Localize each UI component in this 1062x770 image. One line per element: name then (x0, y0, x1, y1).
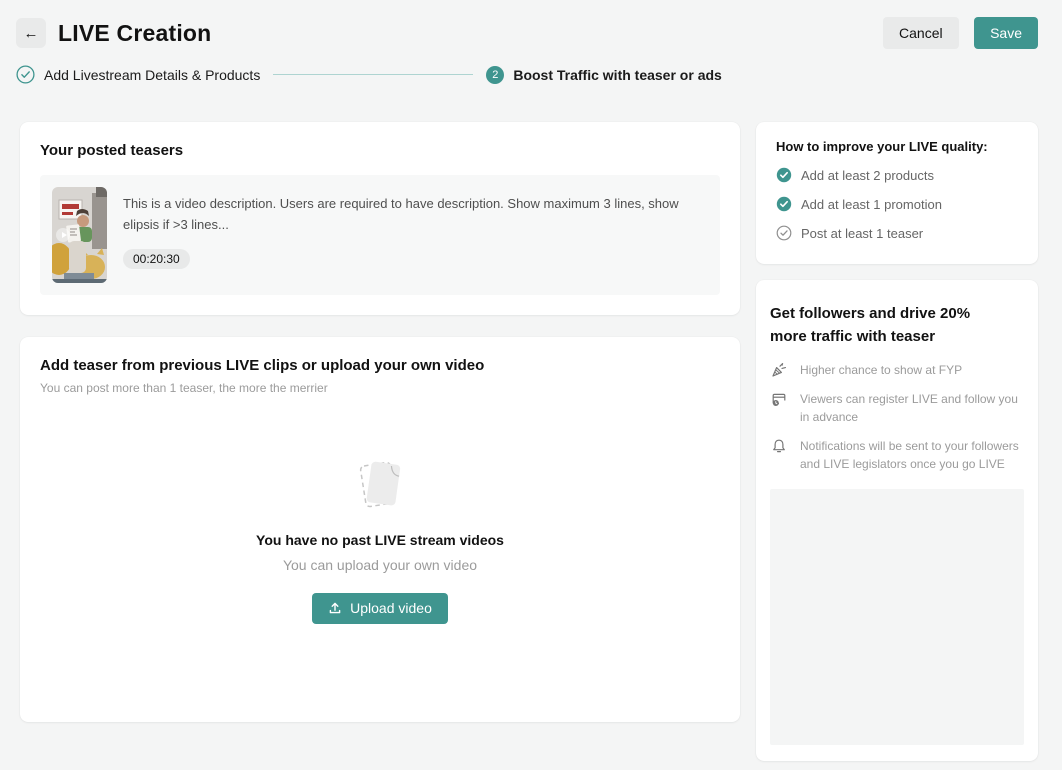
empty-file-icon (352, 457, 408, 518)
main-content: Your posted teasers (0, 122, 1062, 761)
teaser-thumbnail[interactable] (52, 187, 107, 283)
upload-icon (328, 601, 342, 615)
benefit-text: Notifications will be sent to your follo… (800, 437, 1024, 473)
teaser-promo-card: Get followers and drive 20% more traffic… (756, 280, 1038, 761)
arrow-left-icon: ← (24, 25, 39, 42)
quality-tips-card: How to improve your LIVE quality: Add at… (756, 122, 1038, 264)
tip-label: Post at least 1 teaser (801, 226, 923, 241)
calendar-clock-icon (771, 391, 787, 407)
page-header: ← LIVE Creation Cancel Save (0, 0, 1062, 49)
benefit-notifications: Notifications will be sent to your follo… (770, 437, 1024, 473)
teaser-list-item: This is a video description. Users are r… (40, 175, 720, 295)
back-button[interactable]: ← (16, 18, 46, 48)
check-circle-outline-icon (16, 65, 35, 84)
step-add-livestream-details[interactable]: Add Livestream Details & Products (16, 65, 260, 84)
tip-add-products: Add at least 2 products (776, 167, 1018, 183)
party-horn-icon (771, 362, 787, 378)
benefit-text: Higher chance to show at FYP (800, 361, 962, 379)
creation-stepper: Add Livestream Details & Products 2 Boos… (0, 49, 1062, 122)
page-title: LIVE Creation (58, 20, 211, 47)
teaser-promo-title: Get followers and drive 20% more traffic… (770, 302, 1024, 349)
step-label: Add Livestream Details & Products (44, 67, 260, 83)
cancel-button[interactable]: Cancel (883, 17, 959, 49)
add-teaser-subtitle: You can post more than 1 teaser, the mor… (40, 381, 720, 395)
promo-media-placeholder (770, 489, 1024, 745)
benefit-fyp: Higher chance to show at FYP (770, 361, 1024, 379)
tip-post-teaser: Post at least 1 teaser (776, 225, 1018, 241)
left-column: Your posted teasers (20, 122, 740, 722)
empty-state: You have no past LIVE stream videos You … (40, 395, 720, 702)
tip-label: Add at least 1 promotion (801, 197, 942, 212)
upload-video-label: Upload video (350, 600, 432, 616)
quality-tips-title: How to improve your LIVE quality: (776, 139, 1018, 154)
step-number-badge: 2 (486, 66, 504, 84)
step-label: Boost Traffic with teaser or ads (513, 67, 722, 83)
add-teaser-card: Add teaser from previous LIVE clips or u… (20, 337, 740, 722)
save-button[interactable]: Save (974, 17, 1038, 49)
bell-icon (771, 438, 787, 454)
check-filled-icon (776, 196, 792, 212)
teaser-duration-badge: 00:20:30 (123, 249, 190, 269)
posted-teasers-title: Your posted teasers (40, 142, 720, 159)
empty-state-subtitle: You can upload your own video (40, 557, 720, 573)
tip-label: Add at least 2 products (801, 168, 934, 183)
benefit-text: Viewers can register LIVE and follow you… (800, 390, 1024, 426)
check-outline-icon (776, 225, 792, 241)
teaser-description: This is a video description. Users are r… (123, 194, 688, 236)
tip-add-promotion: Add at least 1 promotion (776, 196, 1018, 212)
stepper-connector (273, 74, 473, 75)
benefit-register: Viewers can register LIVE and follow you… (770, 390, 1024, 426)
upload-video-button[interactable]: Upload video (312, 593, 448, 624)
posted-teasers-card: Your posted teasers (20, 122, 740, 315)
check-filled-icon (776, 167, 792, 183)
right-column: How to improve your LIVE quality: Add at… (756, 122, 1038, 761)
step-boost-traffic[interactable]: 2 Boost Traffic with teaser or ads (486, 66, 722, 84)
play-icon (56, 228, 70, 242)
add-teaser-title: Add teaser from previous LIVE clips or u… (40, 357, 720, 374)
empty-state-title: You have no past LIVE stream videos (40, 532, 720, 548)
